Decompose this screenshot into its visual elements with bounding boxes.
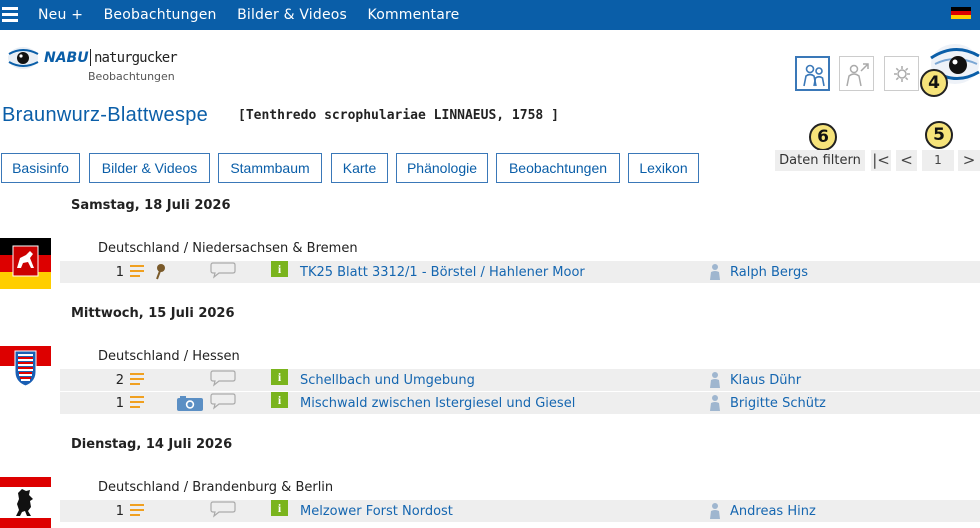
top-nav-links: Neu + Beobachtungen Bilder & Videos Komm… xyxy=(38,7,475,23)
list-icon[interactable] xyxy=(129,263,145,279)
info-icon[interactable]: i xyxy=(271,261,288,277)
tab-basisinfo[interactable]: Basisinfo xyxy=(1,153,80,183)
info-icon[interactable]: i xyxy=(271,369,288,385)
logo-divider xyxy=(90,49,91,66)
logo-subtitle: Beobachtungen xyxy=(88,70,175,83)
comment-bubble-icon[interactable] xyxy=(210,500,236,518)
scientific-name: [Tenthredo scrophulariae LINNAEUS, 1758 … xyxy=(238,108,559,123)
camera-icon[interactable] xyxy=(176,395,204,412)
table-row[interactable]: 1 i TK25 Blatt 3312/1 - Börstel / Hahlen… xyxy=(60,261,980,283)
first-page-button[interactable]: |< xyxy=(871,150,891,171)
tab-images-videos[interactable]: Bilder & Videos xyxy=(89,153,210,183)
person-icon xyxy=(710,395,720,411)
page-title: Braunwurz-Blattwespe xyxy=(2,104,209,126)
hesse-flag-icon xyxy=(0,346,51,387)
observation-region: Deutschland / Niedersachsen & Bremen xyxy=(98,241,358,256)
list-icon[interactable] xyxy=(129,371,145,387)
page-number: 1 xyxy=(922,150,954,171)
location-link[interactable]: Schellbach und Umgebung xyxy=(300,373,475,388)
person-icon xyxy=(710,264,720,280)
comment-bubble-icon[interactable] xyxy=(210,392,236,410)
annotation-marker-4: 4 xyxy=(920,69,948,97)
lower-saxony-flag-icon xyxy=(0,238,51,289)
tab-lexikon[interactable]: Lexikon xyxy=(628,153,699,183)
user-arrow-icon xyxy=(846,63,869,87)
tab-stammbaum[interactable]: Stammbaum xyxy=(218,153,322,183)
comment-bubble-icon[interactable] xyxy=(210,261,236,279)
table-row[interactable]: 2 i Schellbach und Umgebung Klaus Dühr xyxy=(60,369,980,391)
filter-data-button[interactable]: Daten filtern xyxy=(775,150,865,171)
observation-region: Deutschland / Hessen xyxy=(98,349,240,364)
user-share-button[interactable] xyxy=(839,56,874,91)
menu-icon[interactable] xyxy=(2,7,18,22)
info-icon[interactable]: i xyxy=(271,500,288,516)
tab-phaenologie[interactable]: Phänologie xyxy=(396,153,488,183)
observation-count: 1 xyxy=(115,396,124,411)
annotation-marker-6: 6 xyxy=(809,123,837,151)
logo-naturgucker-text: naturgucker xyxy=(94,50,178,66)
logo-nabu-text: NABU xyxy=(44,50,89,66)
observation-date: Mittwoch, 15 Juli 2026 xyxy=(71,306,235,321)
observer-link[interactable]: Klaus Dühr xyxy=(730,373,801,388)
tab-karte[interactable]: Karte xyxy=(331,153,388,183)
annotation-marker-5: 5 xyxy=(925,121,953,149)
previous-page-button[interactable]: < xyxy=(896,150,917,171)
list-icon[interactable] xyxy=(129,394,145,410)
person-icon xyxy=(710,372,720,388)
location-link[interactable]: Mischwald zwischen Istergiesel und Giese… xyxy=(300,396,575,411)
observer-link[interactable]: Brigitte Schütz xyxy=(730,396,826,411)
observation-count: 1 xyxy=(115,504,124,519)
location-link[interactable]: TK25 Blatt 3312/1 - Börstel / Hahlener M… xyxy=(300,265,585,280)
de-flag-icon[interactable] xyxy=(951,7,971,19)
nav-images-videos[interactable]: Bilder & Videos xyxy=(237,7,347,23)
naturgucker-eye-logo-icon[interactable] xyxy=(7,42,40,75)
gear-icon xyxy=(894,66,910,82)
comment-bubble-icon[interactable] xyxy=(210,369,236,387)
list-icon[interactable] xyxy=(129,502,145,518)
observer-link[interactable]: Ralph Bergs xyxy=(730,265,808,280)
next-page-button[interactable]: > xyxy=(958,150,980,171)
top-navigation-bar: Neu + Beobachtungen Bilder & Videos Komm… xyxy=(0,0,980,30)
observation-date: Samstag, 18 Juli 2026 xyxy=(71,198,231,213)
location-link[interactable]: Melzower Forst Nordost xyxy=(300,504,453,519)
berlin-flag-icon xyxy=(0,477,51,528)
person-icon xyxy=(710,503,720,519)
settings-button[interactable] xyxy=(884,56,919,91)
nav-new[interactable]: Neu + xyxy=(38,7,83,23)
table-row[interactable]: 1 i Mischwald zwischen Istergiesel und G… xyxy=(60,392,980,414)
nav-comments[interactable]: Kommentare xyxy=(368,7,460,23)
people-icon xyxy=(803,64,825,87)
observer-link[interactable]: Andreas Hinz xyxy=(730,504,816,519)
observation-date: Dienstag, 14 Juli 2026 xyxy=(71,437,233,452)
pin-icon[interactable] xyxy=(153,263,167,280)
info-icon[interactable]: i xyxy=(271,392,288,408)
observation-region: Deutschland / Brandenburg & Berlin xyxy=(98,480,334,495)
observation-count: 2 xyxy=(115,373,124,388)
table-row[interactable]: 1 i Melzower Forst Nordost Andreas Hinz xyxy=(60,500,980,522)
nav-observations[interactable]: Beobachtungen xyxy=(104,7,217,23)
tab-observations[interactable]: Beobachtungen xyxy=(496,153,620,183)
observation-count: 1 xyxy=(115,265,124,280)
community-button[interactable] xyxy=(795,56,830,91)
